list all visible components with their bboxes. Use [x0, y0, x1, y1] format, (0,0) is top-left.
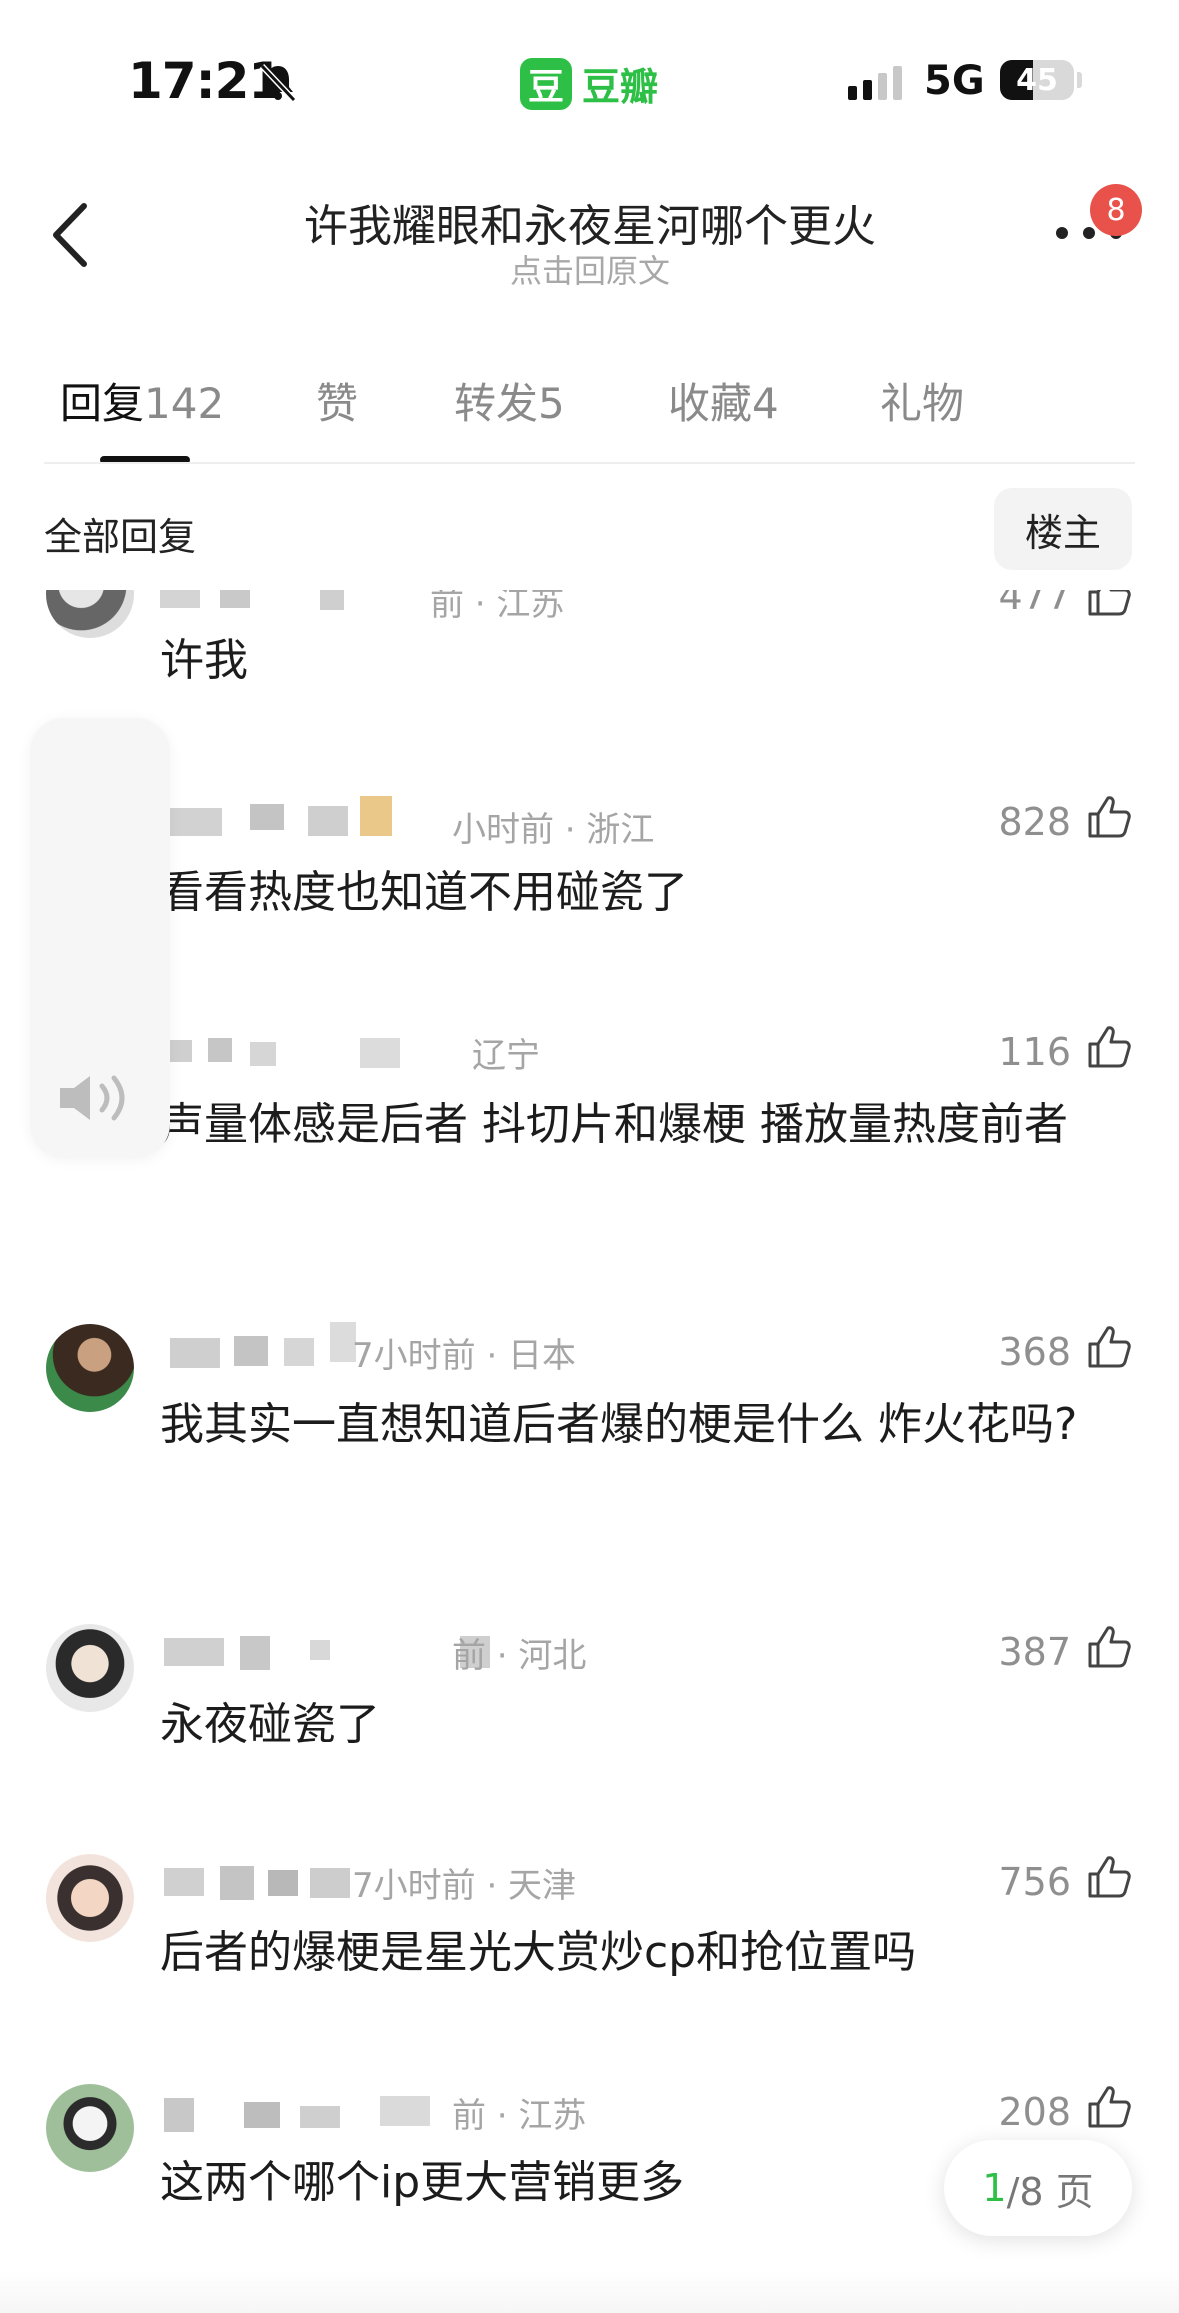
thumbs-up-icon[interactable] — [1084, 1622, 1134, 1672]
op-only-button[interactable]: 楼主 — [994, 488, 1132, 570]
comment-text: 后者的爆梗是星光大赏炒cp和抢位置吗 — [160, 1927, 917, 1978]
battery-level: 45 — [1016, 62, 1058, 98]
username-blurred[interactable] — [160, 1322, 360, 1368]
thumbs-up-icon[interactable] — [1084, 1322, 1134, 1372]
comment-meta: 小时前 · 浙江 — [452, 810, 655, 850]
comment-meta: 7小时前 · 天津 — [352, 1866, 577, 1906]
username-blurred[interactable] — [160, 1036, 460, 1072]
back-to-post-link[interactable]: 点击回原文 — [200, 246, 980, 292]
app-indicator: 豆 豆瓣 — [520, 56, 658, 111]
comment-text: 我其实一直想知道后者爆的梗是什么 炸火花吗? — [160, 1399, 1078, 1450]
username-blurred[interactable] — [160, 2092, 480, 2132]
comment-meta: 辽宁 — [472, 1036, 540, 1076]
status-bar: 17:21 豆 豆瓣 5G 45 — [0, 0, 1179, 160]
avatar[interactable] — [46, 590, 134, 638]
bottom-edge — [0, 2270, 1179, 2313]
thumbs-up-icon[interactable] — [1084, 2082, 1134, 2132]
network-label: 5G — [924, 58, 985, 104]
signal-icon — [848, 66, 902, 100]
total-pages: /8 页 — [1006, 2169, 1094, 2214]
tab-bar: 回复142 赞 转发5 收藏4 礼物 — [0, 360, 1179, 460]
comment-meta: 前 · 河北 — [452, 1636, 587, 1676]
tab-label: 赞 — [316, 379, 359, 428]
like-count: 208 — [998, 2090, 1071, 2134]
tab-reshares[interactable]: 转发5 — [454, 370, 565, 431]
comment-item[interactable]: 前 · 江苏 477 许我 — [0, 590, 1179, 700]
page-title[interactable]: 许我耀眼和永夜星河哪个更火 — [200, 190, 980, 254]
tab-count: 4 — [752, 379, 779, 428]
comment-text: 永夜碰瓷了 — [160, 1699, 380, 1750]
current-page: 1 — [982, 2166, 1007, 2210]
comment-text: 看看热度也知道不用碰瓷了 — [160, 867, 688, 918]
app-name: 豆瓣 — [582, 65, 659, 109]
tab-label: 回复 — [60, 379, 145, 428]
thumbs-up-icon[interactable] — [1084, 792, 1134, 842]
tab-label: 转发 — [454, 379, 539, 428]
username-blurred[interactable] — [160, 796, 420, 838]
notification-badge: 8 — [1090, 184, 1142, 236]
comment-meta: 前 · 江苏 — [430, 590, 565, 624]
like-count: 116 — [998, 1030, 1071, 1074]
tab-collections[interactable]: 收藏4 — [668, 370, 779, 431]
all-replies-label[interactable]: 全部回复 — [44, 506, 196, 561]
bell-muted-icon — [259, 63, 297, 102]
comment-item[interactable]: 7小时前 · 日本 368 我其实一直想知道后者爆的梗是什么 炸火花吗? — [0, 1310, 1179, 1550]
tab-label: 礼物 — [880, 379, 965, 428]
username-blurred[interactable] — [160, 590, 344, 618]
thumbs-up-icon[interactable] — [1084, 590, 1134, 620]
back-chevron-icon[interactable] — [44, 198, 104, 272]
divider — [44, 462, 1135, 464]
tab-likes[interactable]: 赞 — [316, 370, 358, 431]
tab-count: 142 — [144, 379, 225, 428]
tab-replies[interactable]: 回复142 — [60, 370, 224, 431]
tab-label: 收藏 — [668, 379, 753, 428]
douban-logo-icon: 豆 — [520, 57, 572, 110]
comment-item[interactable]: 辽宁 116 声量体感是后者 抖切片和爆梗 播放量热度前者 — [0, 1010, 1179, 1250]
comment-text: 许我 — [160, 635, 248, 686]
battery-tip — [1077, 72, 1082, 88]
comment-text: 声量体感是后者 抖切片和爆梗 播放量热度前者 — [160, 1099, 1068, 1150]
thumbs-up-icon[interactable] — [1084, 1022, 1134, 1072]
like-count: 828 — [998, 800, 1071, 844]
like-count: 368 — [998, 1330, 1071, 1374]
battery-icon: 45 — [1000, 60, 1074, 100]
username-blurred[interactable] — [160, 1862, 360, 1900]
tab-gifts[interactable]: 礼物 — [880, 370, 964, 431]
thumbs-up-icon[interactable] — [1084, 1852, 1134, 1902]
avatar[interactable] — [46, 1854, 134, 1942]
comment-meta: 前 · 江苏 — [452, 2096, 587, 2136]
like-count: 756 — [998, 1860, 1071, 1904]
comment-meta: 7小时前 · 日本 — [352, 1336, 577, 1376]
avatar[interactable] — [46, 1324, 134, 1412]
tab-count: 5 — [538, 379, 565, 428]
comment-item[interactable]: 前 · 河北 387 永夜碰瓷了 — [0, 1610, 1179, 1760]
avatar[interactable] — [46, 1624, 134, 1712]
like-count: 387 — [998, 1630, 1071, 1674]
comment-item[interactable]: 7小时前 · 天津 756 后者的爆梗是星光大赏炒cp和抢位置吗 — [0, 1840, 1179, 1990]
like-count: 477 — [998, 590, 1071, 618]
avatar[interactable] — [46, 2084, 134, 2172]
speaker-icon[interactable] — [56, 1070, 140, 1126]
comment-item[interactable]: 小时前 · 浙江 828 看看热度也知道不用碰瓷了 — [0, 780, 1179, 940]
page-indicator[interactable]: 1/8 页 — [944, 2140, 1132, 2236]
